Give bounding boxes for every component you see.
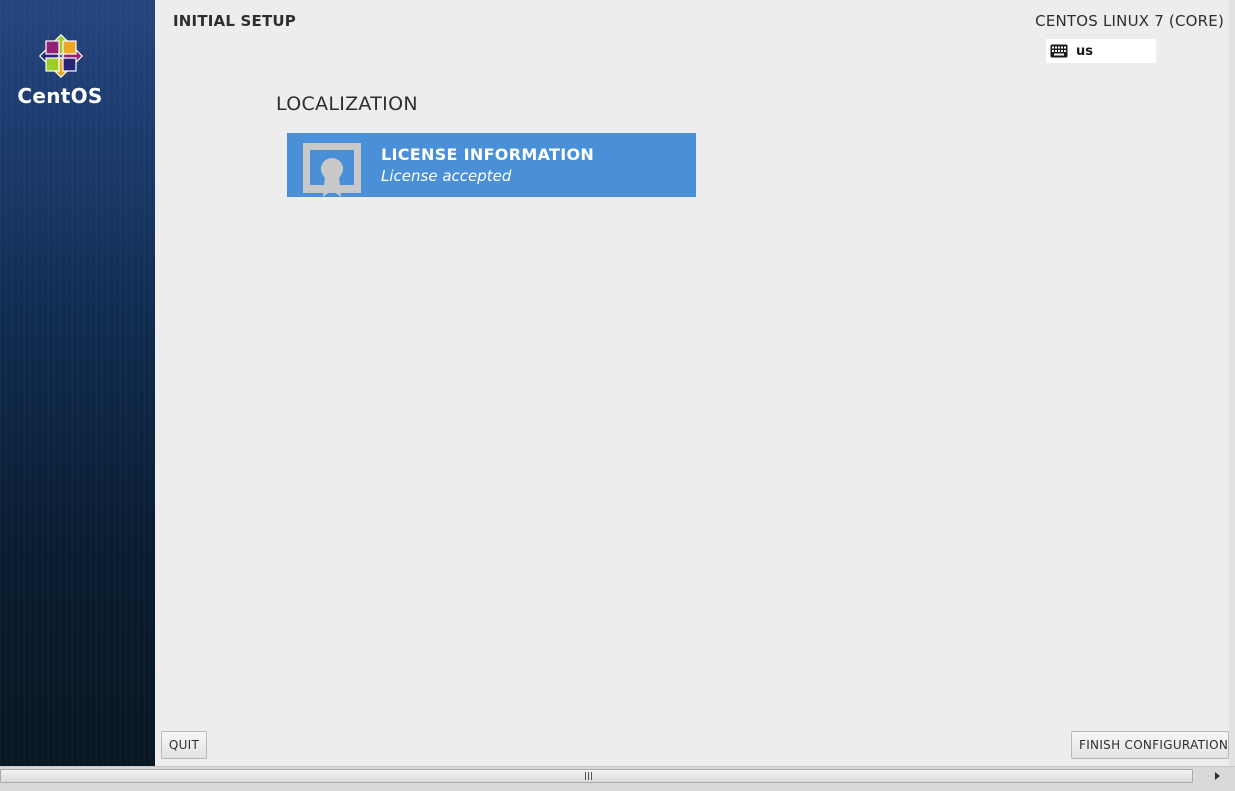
scrollbar-thumb[interactable] (0, 769, 1193, 783)
spoke-title: LICENSE INFORMATION (381, 145, 595, 164)
keyboard-layout-label: us (1076, 43, 1093, 59)
finish-configuration-button[interactable]: FINISH CONFIGURATION (1071, 731, 1229, 759)
page-title: INITIAL SETUP (173, 12, 296, 30)
keyboard-layout-indicator[interactable]: us (1046, 39, 1156, 63)
license-certificate-icon (303, 143, 361, 197)
initial-setup-window: CentOS INITIAL SETUP CENTOS LINUX 7 (COR… (0, 0, 1235, 791)
section-title-localization: LOCALIZATION (276, 93, 418, 115)
keyboard-icon (1050, 44, 1068, 58)
spoke-status: License accepted (381, 167, 512, 185)
arrow-right-icon[interactable] (1215, 772, 1220, 780)
license-information-spoke[interactable]: LICENSE INFORMATION License accepted (287, 133, 696, 197)
centos-logo-icon (38, 33, 84, 79)
product-title: CENTOS LINUX 7 (CORE) (1035, 12, 1224, 30)
horizontal-scrollbar[interactable] (0, 766, 1235, 791)
sidebar: CentOS (0, 0, 155, 766)
vertical-scrollbar[interactable] (1229, 0, 1235, 766)
scroll-grip-icon (585, 772, 592, 780)
quit-button[interactable]: QUIT (161, 731, 207, 759)
brand-name: CentOS (17, 84, 103, 108)
